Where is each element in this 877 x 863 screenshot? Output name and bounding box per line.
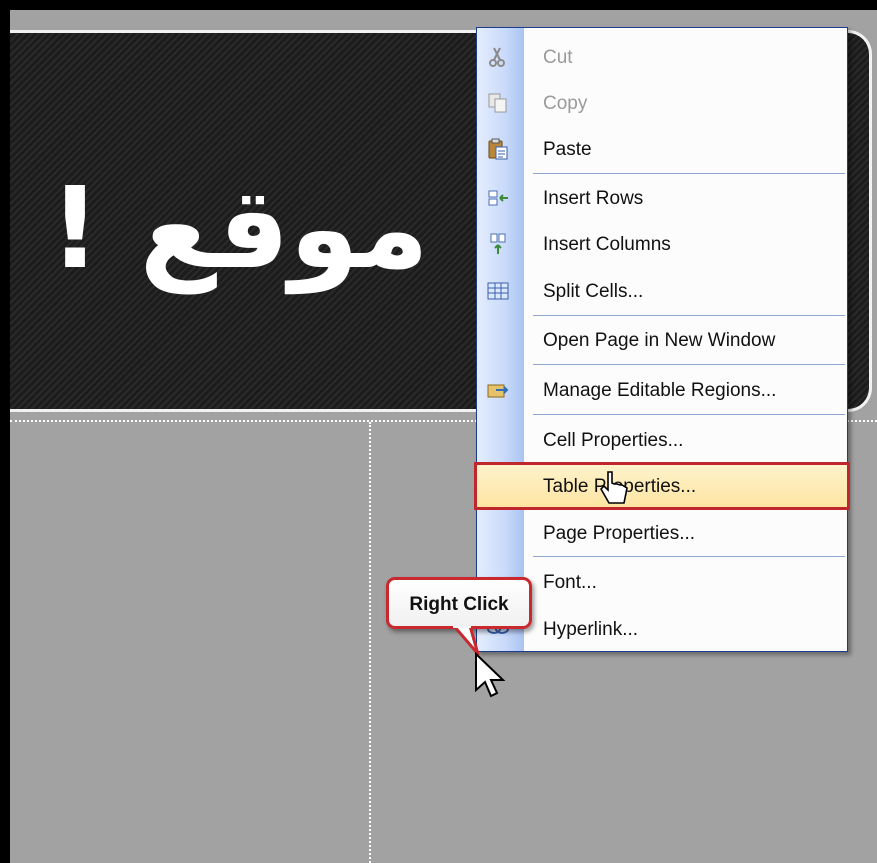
menu-item-label: Split Cells... [543,281,644,302]
menu-item-label: Cell Properties... [543,430,684,451]
menu-item-label: Insert Rows [543,188,644,209]
insert-columns-icon [490,233,506,254]
menu-item-label: Insert Columns [543,234,671,255]
menu-item-insert-columns[interactable]: Insert Columns [477,221,847,267]
paste-icon [488,138,508,160]
menu-separator [533,315,845,316]
menu-item-label: Manage Editable Regions... [543,380,777,401]
copy-icon [488,93,507,113]
menu-item-cell-properties[interactable]: Cell Properties... [477,417,847,463]
menu-item-label: Open Page in New Window [543,330,776,351]
menu-item-copy[interactable]: Copy [477,80,847,126]
menu-separator [533,414,845,415]
table-border-vertical[interactable] [369,422,371,863]
menu-item-label: Hyperlink... [543,619,639,640]
menu-separator [533,364,845,365]
menu-separator [533,173,845,174]
insert-rows-icon [488,190,508,206]
menu-item-paste[interactable]: Paste [477,126,847,172]
split-cells-icon [487,282,509,300]
scissors-icon [489,47,505,67]
menu-item-page-properties[interactable]: Page Properties... [477,510,847,556]
context-menu: Cut Copy Paste Insert Rows Insert Column… [474,27,850,652]
menu-item-open-page-new-window[interactable]: Open Page in New Window [477,317,847,363]
menu-item-split-cells[interactable]: Split Cells... [477,268,847,314]
mouse-cursor-icon [475,652,506,698]
header-title: موقع ! [49,164,429,294]
menu-item-label: Paste [543,139,592,160]
right-click-callout: Right Click [386,577,532,629]
menu-item-hyperlink[interactable]: Hyperlink... [477,606,847,652]
editable-regions-icon [487,384,509,398]
menu-item-table-properties[interactable]: Table Properties... [474,462,850,510]
menu-item-manage-editable-regions[interactable]: Manage Editable Regions... [477,367,847,413]
menu-separator [533,556,845,557]
menu-item-font[interactable]: A Font... [477,559,847,605]
callout-text: Right Click [409,594,509,615]
menu-item-cut[interactable]: Cut [477,34,847,80]
hand-cursor-icon [600,471,628,504]
menu-item-insert-rows[interactable]: Insert Rows [477,175,847,221]
menu-item-label: Font... [543,572,597,593]
menu-item-label: Cut [543,47,573,68]
menu-item-label: Page Properties... [543,523,696,544]
menu-item-label: Copy [543,93,588,114]
